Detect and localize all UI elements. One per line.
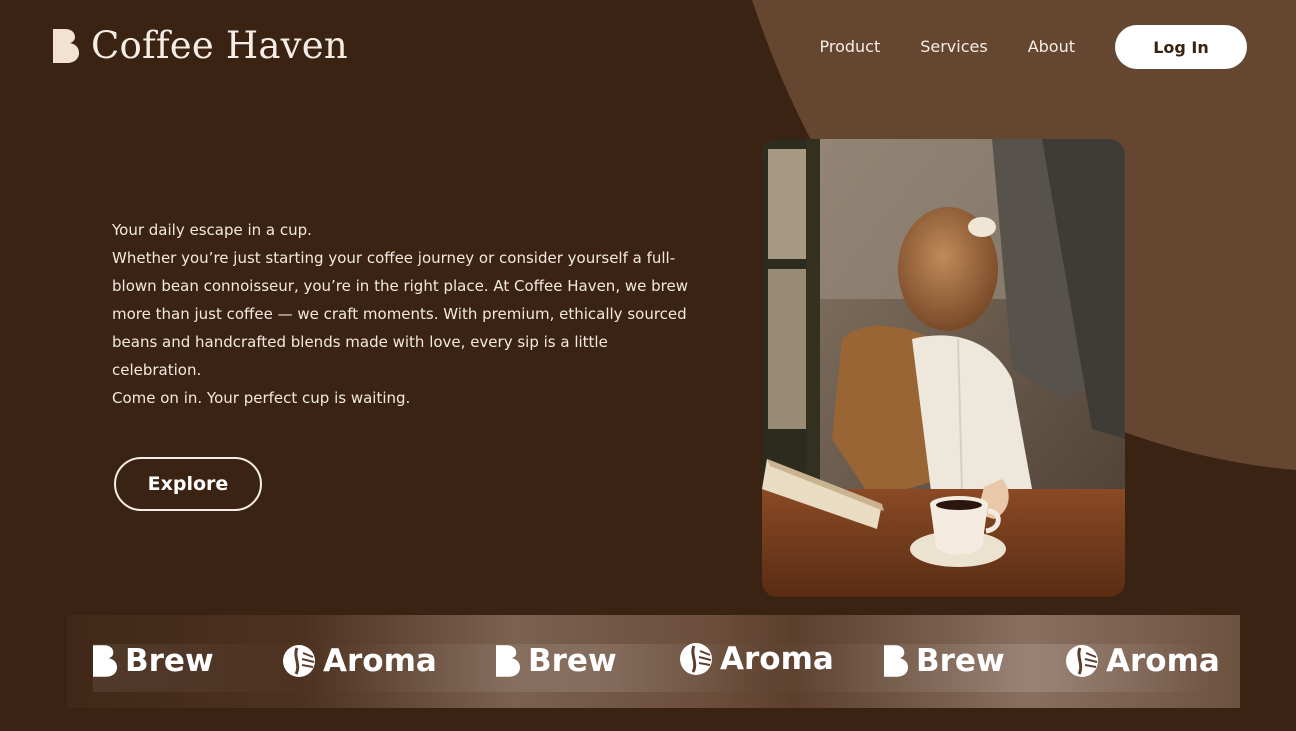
bean-circle-icon xyxy=(283,645,315,677)
brand-logo-aroma: Aroma xyxy=(1066,643,1220,679)
brand-logo-brew: Brew xyxy=(884,643,1005,679)
brand-logo-aroma: Aroma xyxy=(680,641,834,677)
hero-tagline: Your daily escape in a cup. xyxy=(112,221,312,239)
explore-button[interactable]: Explore xyxy=(114,457,262,511)
bean-circle-icon xyxy=(680,643,712,675)
brand-label: Aroma xyxy=(323,643,437,679)
brand-label: Aroma xyxy=(720,641,834,677)
login-button[interactable]: Log In xyxy=(1115,25,1247,69)
brand-label: Brew xyxy=(528,643,617,679)
main-nav: Product Services About Log In xyxy=(819,24,1247,70)
brand-label: Aroma xyxy=(1106,643,1220,679)
hero-description: Your daily escape in a cup. Whether you’… xyxy=(112,216,692,412)
hero-closing: Come on in. Your perfect cup is waiting. xyxy=(112,389,411,407)
brand-logo-aroma: Aroma xyxy=(283,643,437,679)
hero-body: Whether you’re just starting your coffee… xyxy=(112,249,688,379)
b-mark-icon xyxy=(884,645,908,677)
b-mark-icon xyxy=(93,645,117,677)
bean-circle-icon xyxy=(1066,645,1098,677)
b-mark-icon xyxy=(53,28,79,63)
brand-label: Brew xyxy=(916,643,1005,679)
brand-logo-brew: Brew xyxy=(93,643,214,679)
b-mark-icon xyxy=(496,645,520,677)
brand-label: Brew xyxy=(125,643,214,679)
nav-link-product[interactable]: Product xyxy=(819,24,880,70)
partner-logo-strip: Brew Aroma Brew Aroma Brew Aroma xyxy=(67,615,1240,708)
brand-name: Coffee Haven xyxy=(91,24,348,67)
strip-highlight xyxy=(93,644,1213,692)
brand-logo-brew: Brew xyxy=(496,643,617,679)
woman-with-coffee-photo xyxy=(762,139,1125,597)
brand-logo[interactable]: Coffee Haven xyxy=(53,27,348,64)
nav-link-about[interactable]: About xyxy=(1028,24,1075,70)
nav-link-services[interactable]: Services xyxy=(920,24,987,70)
